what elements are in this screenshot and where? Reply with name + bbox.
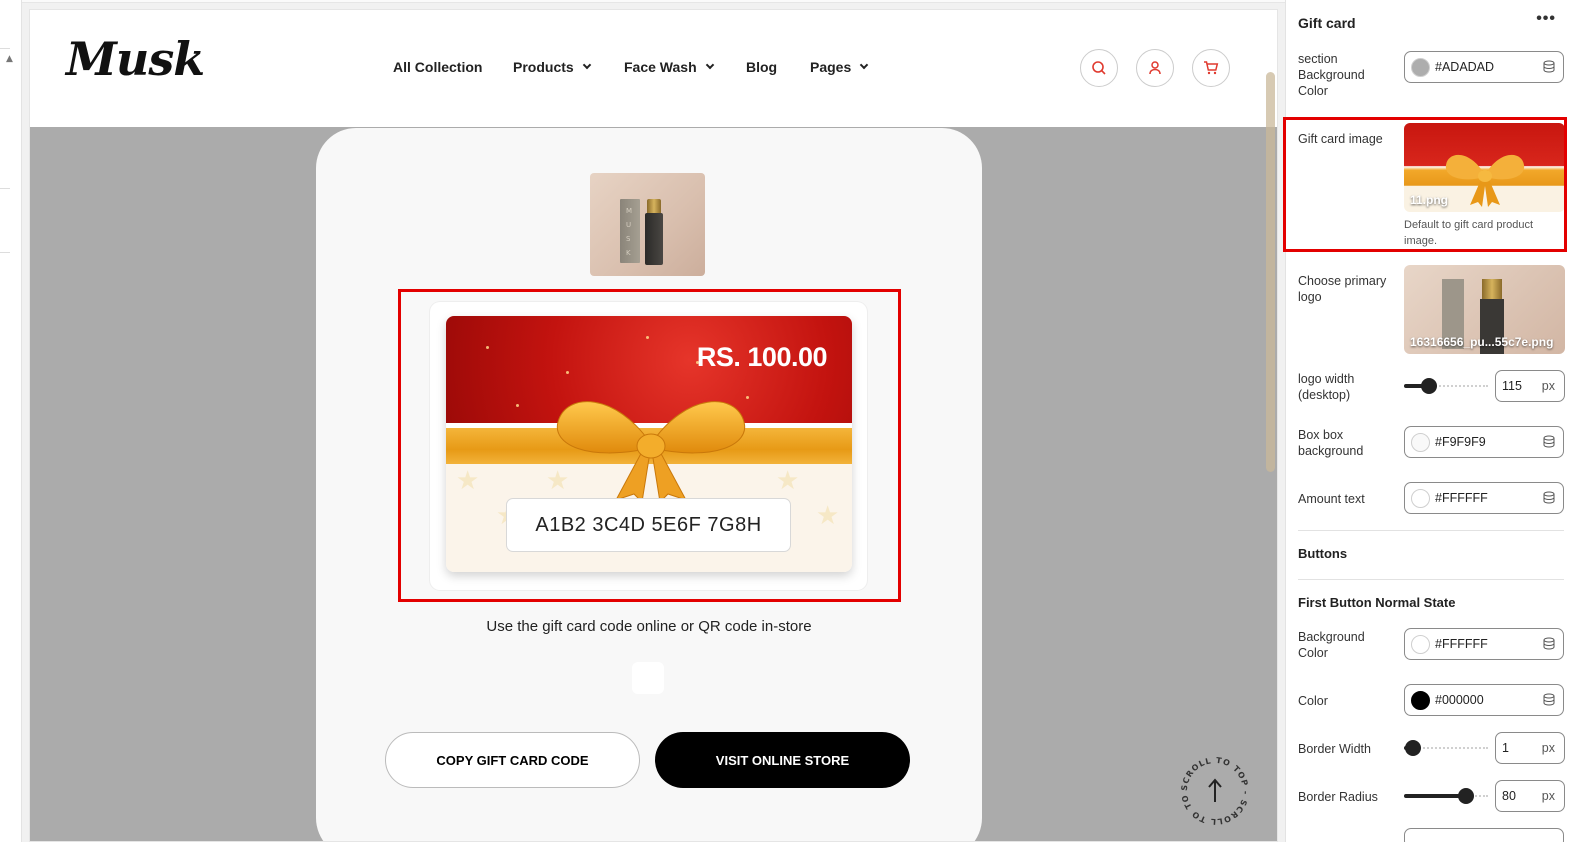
border-width-label: Border Width [1298,742,1371,756]
preview-scrollbar[interactable] [1266,72,1275,472]
input-value: 115 [1502,379,1522,393]
nav-label: Products [513,59,574,75]
qr-code [632,662,664,694]
slider-fill [1404,794,1466,798]
nav-face-wash[interactable]: Face Wash [624,59,714,75]
gift-card-instructions: Use the gift card code online or QR code… [486,618,812,635]
section-bg-color-field[interactable]: #ADADAD [1404,51,1564,83]
database-icon[interactable] [1543,637,1555,650]
more-options-icon[interactable]: ••• [1536,10,1556,28]
scroll-up-icon[interactable]: ▲ [6,54,13,64]
highlight-gift-card [398,289,901,602]
nav-label: Blog [746,59,778,75]
amount-text-label: Amount text [1298,492,1365,506]
chevron-down-icon [705,60,714,70]
unit-label: px [1541,741,1555,755]
left-rail: ▲ [0,0,22,842]
box-bg-color-field[interactable]: #F9F9F9 [1404,426,1564,458]
color-value: #FFFFFF [1435,637,1488,651]
image-filename: 16316656_pu...55c7e.png [1410,335,1554,349]
product-bottle-cap [1482,279,1502,299]
logo-width-label: logo width (desktop) [1298,372,1355,402]
logo-width-slider[interactable] [1404,378,1488,394]
account-button[interactable] [1136,49,1174,87]
rail-divider [0,188,10,189]
border-radius-slider[interactable] [1404,788,1488,804]
nav-label: Pages [810,59,852,75]
amount-text-color-field[interactable]: #FFFFFF [1404,482,1564,514]
rail-divider [0,48,10,49]
border-width-input[interactable]: 1 px [1495,732,1565,764]
divider [1298,530,1564,531]
button-color-field[interactable]: #000000 [1404,684,1564,716]
border-radius-label: Border Radius [1298,790,1378,804]
button-bg-label: Background Color [1298,630,1365,660]
scroll-to-top-badge: SCROLL TO TOP - SCROLL TO TOP - [1175,747,1250,826]
box-bg-label: Box box background [1298,428,1364,458]
nav-products[interactable]: Products [513,59,591,75]
primary-logo-picker[interactable]: 16316656_pu...55c7e.png [1404,265,1565,354]
button-color-label: Color [1298,694,1328,708]
color-value: #FFFFFF [1435,491,1488,505]
site-header: Musk All Collection Products Face Wash B… [30,10,1277,127]
product-bottle [645,213,663,265]
database-icon[interactable] [1543,693,1555,706]
color-swatch[interactable] [1411,488,1430,508]
input-value: 80 [1502,789,1516,803]
visit-online-store-button[interactable]: VISIT ONLINE STORE [655,732,910,788]
slider-handle[interactable] [1458,788,1474,804]
product-box: MUSK [620,199,640,263]
copy-gift-card-code-button[interactable]: COPY GIFT CARD CODE [385,732,640,788]
border-radius-input[interactable]: 80 px [1495,780,1565,812]
slider-handle[interactable] [1421,378,1437,394]
database-icon[interactable] [1543,491,1555,504]
database-icon[interactable] [1543,60,1555,73]
unit-label: px [1541,379,1555,393]
store-logo[interactable]: Musk [66,32,205,86]
color-value: #ADADAD [1435,60,1495,74]
next-setting-field[interactable] [1404,828,1564,842]
logo-width-input[interactable]: 115 px [1495,370,1565,402]
rail-divider [0,252,10,253]
border-width-slider[interactable] [1404,740,1488,756]
cart-icon [1204,61,1219,75]
divider [1298,579,1564,580]
nav-pages[interactable]: Pages [810,59,869,75]
chevron-down-icon [860,60,869,70]
first-button-heading: First Button Normal State [1298,595,1456,610]
unit-label: px [1541,789,1555,803]
account-icon [1149,61,1161,75]
section-bg-label: section Background Color [1298,52,1365,98]
button-bg-color-field[interactable]: #FFFFFF [1404,628,1564,660]
cart-button[interactable] [1192,49,1230,87]
nav-label: Face Wash [624,59,697,75]
chevron-down-icon [582,60,591,70]
color-swatch[interactable] [1411,57,1430,77]
sidebar-title: Gift card [1298,15,1356,31]
input-value: 1 [1502,741,1509,755]
primary-logo-image: MUSK [590,173,705,276]
search-button[interactable] [1080,49,1118,87]
primary-logo-label: Choose primary logo [1298,274,1387,304]
color-value: #F9F9F9 [1435,435,1486,449]
slider-handle[interactable] [1405,740,1421,756]
color-swatch[interactable] [1411,634,1430,654]
nav-blog[interactable]: Blog [746,59,777,75]
arrow-up-icon [1208,778,1222,802]
buttons-heading: Buttons [1298,546,1348,561]
color-swatch[interactable] [1411,690,1430,710]
highlight-gift-card-image [1283,117,1567,252]
database-icon[interactable] [1543,435,1555,448]
color-value: #000000 [1435,693,1484,707]
color-swatch[interactable] [1411,432,1430,452]
nav-all-collection[interactable]: All Collection [393,59,482,75]
scroll-to-top-button[interactable]: SCROLL TO TOP - SCROLL TO TOP - [1175,747,1252,828]
search-icon [1092,61,1106,75]
nav-label: All Collection [393,59,483,75]
